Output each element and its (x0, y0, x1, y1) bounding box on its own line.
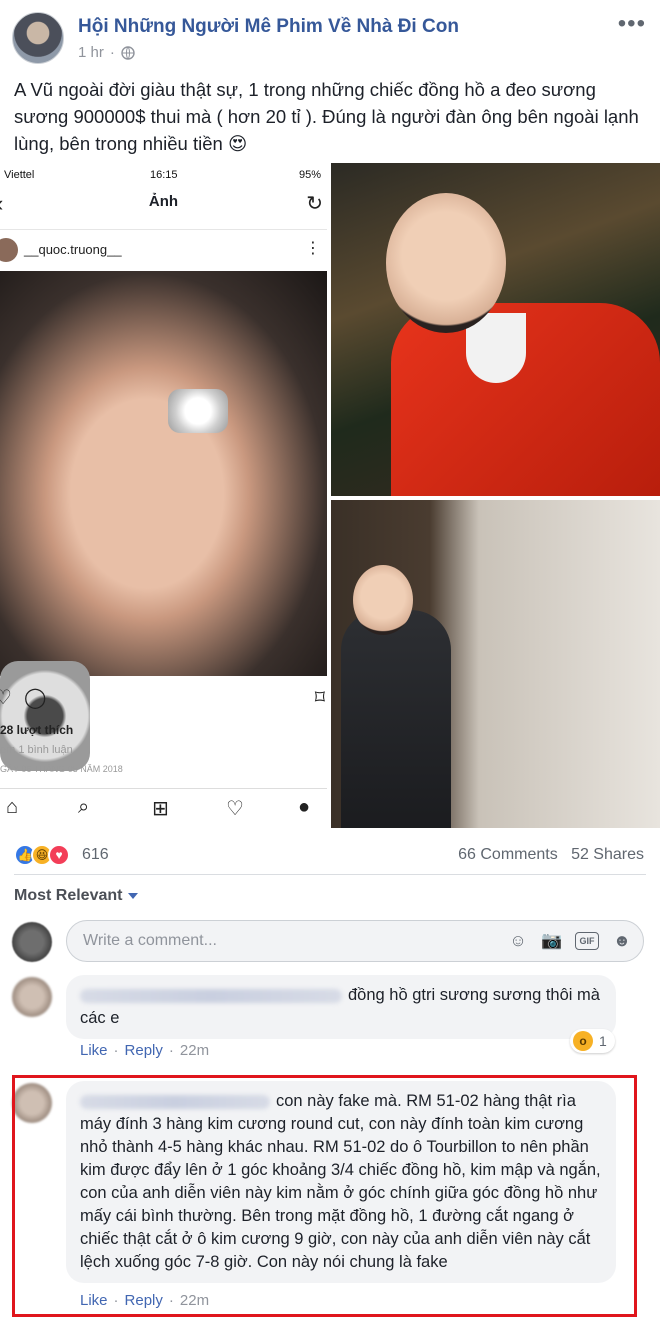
commenter-name-blurred[interactable] (80, 988, 342, 1003)
phone-clock: 16:15 (150, 169, 178, 181)
activity-heart-icon: ♡ (226, 798, 244, 820)
face-image (386, 193, 506, 333)
battery-label: 95% (298, 169, 321, 181)
ig-bottom-nav: ⌂ ⌕ ⊞ ♡ ● (0, 788, 327, 828)
shares-count-link[interactable]: 52 Shares (571, 846, 644, 863)
add-post-icon: ⊞ (152, 798, 169, 820)
comments-shares: 66 Comments 52 Shares (458, 846, 644, 864)
ring-image (168, 389, 228, 433)
ig-action-icons: ♡ ◯ ⌑ (0, 683, 327, 713)
sticker-icon[interactable]: ☻ (611, 930, 633, 952)
group-name-link[interactable]: Hội Những Người Mê Phim Về Nhà Đi Con (78, 16, 459, 38)
post-photos: Viettel 16:15 95% ‹ Ảnh ↻ __quoc.truong_… (0, 163, 660, 828)
commenter-avatar[interactable] (12, 977, 52, 1017)
like-button[interactable]: Like (80, 1042, 108, 1059)
ig-user-avatar (0, 238, 18, 262)
post-text: A Vũ ngoài đời giàu thật sự, 1 trong nhữ… (14, 79, 639, 154)
sort-dropdown[interactable]: Most Relevant (14, 887, 139, 905)
search-icon: ⌕ (78, 796, 90, 818)
post-meta: 1 hr · (78, 44, 135, 61)
ig-likes: 28 lượt thích (0, 723, 74, 737)
reply-button[interactable]: Reply (125, 1042, 163, 1059)
comment-actions: Like · Reply · 22m (80, 1042, 210, 1059)
post-header: Hội Những Người Mê Phim Về Nhà Đi Con 1 … (0, 0, 660, 70)
reactions-bar: 👍 😆 ♥ 616 66 Comments 52 Shares (0, 838, 660, 872)
hand-with-watch-image (0, 271, 327, 771)
ig-date: GÀY 06 THÁNG 05 NĂM 2018 (0, 764, 123, 774)
ig-username: __quoc.truong__ (24, 242, 122, 257)
suit-image (341, 610, 451, 828)
sort-label: Most Relevant (14, 887, 123, 904)
ig-comments: em 1 bình luận (0, 744, 73, 756)
face-image (353, 565, 413, 635)
divider (14, 874, 646, 875)
current-user-avatar (12, 922, 52, 962)
comment-time[interactable]: 22m (180, 1042, 209, 1059)
comment-reaction-count: 1 (599, 1033, 607, 1049)
group-avatar[interactable] (12, 12, 64, 64)
photo-instagram-screenshot[interactable]: Viettel 16:15 95% ‹ Ảnh ↻ __quoc.truong_… (0, 163, 327, 828)
ig-user-row: __quoc.truong__ ⋮ (0, 229, 327, 271)
wow-icon: o (573, 1031, 593, 1051)
comment-input-placeholder: Write a comment... (83, 932, 217, 949)
comments-count-link[interactable]: 66 Comments (458, 846, 558, 863)
camera-icon[interactable]: 📷 (541, 930, 563, 952)
chevron-down-icon (128, 893, 139, 899)
comment-bubble: đồng hồ gtri sương sương thôi mà các e (66, 975, 616, 1039)
love-icon: ♥ (48, 844, 70, 866)
comment-bubble-icon: ◯ (24, 687, 47, 709)
gif-icon[interactable]: GIF (575, 932, 599, 950)
bookmark-icon: ⌑ (314, 687, 325, 709)
screen-title: Ảnh (148, 193, 179, 210)
reaction-icons[interactable]: 👍 😆 ♥ (14, 844, 70, 866)
home-icon: ⌂ (6, 796, 19, 818)
red-highlight-box (12, 1075, 637, 1317)
write-comment-row: Write a comment... ☺ 📷 GIF ☻ (0, 918, 660, 964)
refresh-icon: ↻ (306, 193, 323, 215)
comment-input-icons: ☺ 📷 GIF ☻ (507, 930, 633, 952)
ig-more-icon: ⋮ (305, 240, 321, 257)
profile-icon: ● (298, 796, 311, 818)
emoji-icon[interactable]: ☺ (507, 930, 529, 952)
post-time[interactable]: 1 hr (78, 44, 104, 61)
carrier-label: Viettel (4, 169, 35, 181)
reaction-count[interactable]: 616 (82, 846, 109, 864)
photo-red-jacket-selfie[interactable] (331, 163, 660, 496)
comment-input[interactable]: Write a comment... ☺ 📷 GIF ☻ (66, 920, 644, 962)
more-dots-icon[interactable]: ••• (618, 12, 646, 36)
comment-reaction[interactable]: o 1 (570, 1029, 615, 1053)
globe-icon (121, 45, 135, 60)
phone-status-bar: Viettel 16:15 95% (0, 163, 327, 187)
photo-suit-portrait[interactable] (331, 500, 660, 828)
heart-outline-icon: ♡ (0, 687, 12, 709)
